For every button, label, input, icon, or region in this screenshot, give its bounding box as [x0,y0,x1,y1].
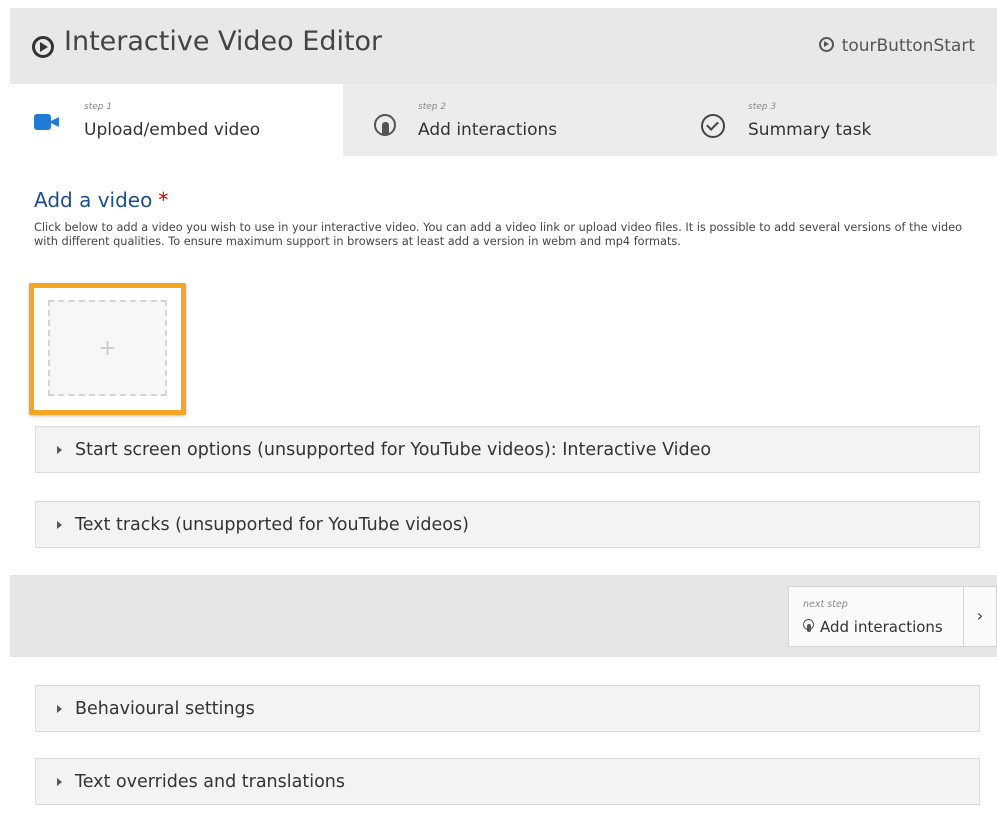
accordion-text-tracks[interactable]: Text tracks (unsupported for YouTube vid… [35,501,980,548]
next-step-caption: next step [803,599,848,610]
caret-right-icon [57,778,62,786]
play-circle-icon [32,36,54,58]
tab-step-number: step 2 [418,102,447,112]
hand-pointer-icon [374,114,396,140]
editor-title: Interactive Video Editor [64,26,383,57]
accordion-label: Text overrides and translations [75,772,345,792]
step-tabs: step 1 Upload/embed video step 2 Add int… [10,84,997,156]
caret-right-icon [57,446,62,454]
video-upload-highlight: + [29,283,186,415]
accordion-label: Text tracks (unsupported for YouTube vid… [75,515,469,535]
play-circle-icon [818,37,834,52]
tab-label: Summary task [748,120,872,140]
hand-pointer-icon [803,619,815,633]
video-camera-icon [34,114,59,130]
accordion-start-screen-options[interactable]: Start screen options (unsupported for Yo… [35,426,980,473]
tour-button-label: tourButtonStart [841,36,975,56]
tab-summary-task[interactable]: step 3 Summary task [673,84,997,156]
tab-add-interactions[interactable]: step 2 Add interactions [343,84,673,156]
accordion-label: Start screen options (unsupported for Yo… [75,440,712,460]
add-video-button[interactable]: + [48,300,167,396]
tab-step-number: step 1 [84,102,113,112]
plus-icon: + [98,336,117,361]
accordion-label: Behavioural settings [75,699,255,719]
next-step-label-wrap: Add interactions [803,618,943,636]
accordion-text-overrides[interactable]: Text overrides and translations [35,758,980,805]
next-step-button[interactable]: next step Add interactions [788,586,964,647]
caret-right-icon [57,705,62,713]
add-video-description: Click below to add a video you wish to u… [34,221,963,248]
required-marker: * [158,188,169,212]
chevron-right-icon[interactable]: › [964,586,997,647]
next-step-label: Add interactions [820,618,943,636]
tab-step-number: step 3 [748,102,777,112]
add-video-title: Add a video [34,188,153,212]
tour-button[interactable]: tourButtonStart [818,36,975,56]
tab-label: Upload/embed video [84,120,261,140]
editor-header: Interactive Video Editor tourButtonStart [10,8,997,84]
tab-upload-embed-video[interactable]: step 1 Upload/embed video [10,84,343,156]
caret-right-icon [57,521,62,529]
editor-frame: Interactive Video Editor tourButtonStart… [10,8,997,825]
tab-label: Add interactions [418,120,558,140]
check-circle-icon [701,114,725,138]
step-navigation-bar: next step Add interactions › [10,575,997,657]
add-video-heading: Add a video * [34,188,168,212]
accordion-behavioural-settings[interactable]: Behavioural settings [35,685,980,732]
